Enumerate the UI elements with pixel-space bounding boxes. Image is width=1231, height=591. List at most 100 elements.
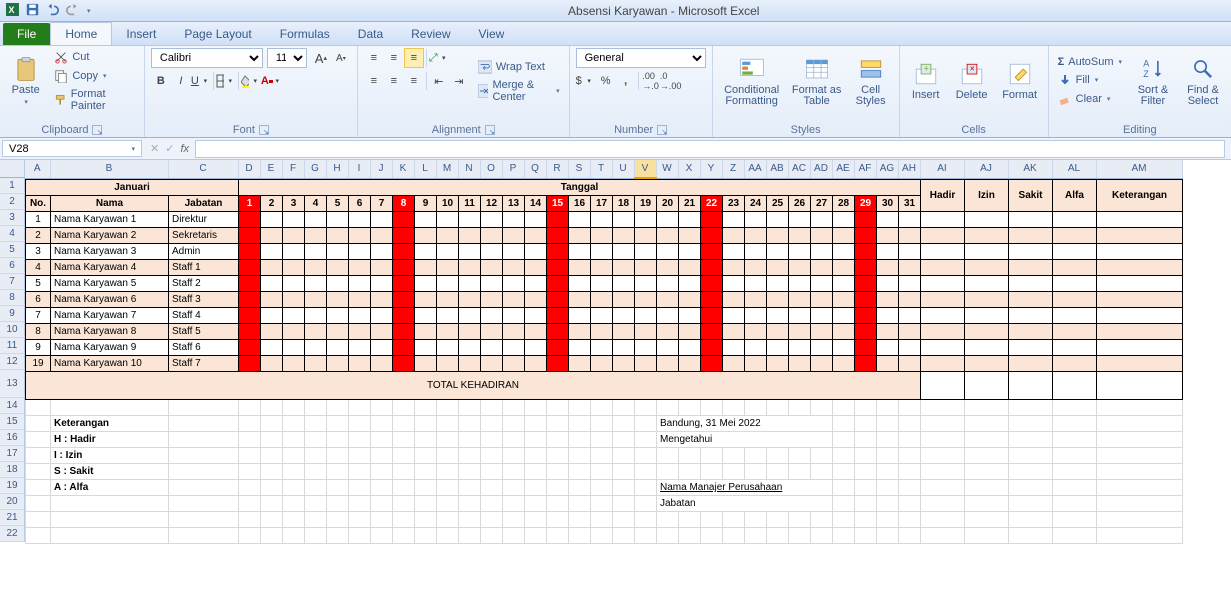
cell[interactable] <box>679 512 701 528</box>
align-bottom-icon[interactable]: ≡ <box>404 48 424 68</box>
cell[interactable]: 9 <box>26 340 51 356</box>
cell[interactable] <box>965 260 1009 276</box>
cell[interactable] <box>393 276 415 292</box>
border-button[interactable]: ▾ <box>216 71 236 91</box>
cell[interactable] <box>833 528 855 544</box>
fx-icon[interactable]: fx <box>180 143 189 155</box>
cell[interactable] <box>481 308 503 324</box>
cell[interactable] <box>833 244 855 260</box>
cell[interactable] <box>745 528 767 544</box>
cell[interactable] <box>239 340 261 356</box>
col-header-K[interactable]: K <box>392 160 414 178</box>
cell[interactable] <box>789 340 811 356</box>
cancel-icon[interactable]: ✕ <box>150 142 159 155</box>
row-header-8[interactable]: 8 <box>0 290 25 306</box>
cell[interactable] <box>437 448 459 464</box>
cell[interactable]: 25 <box>767 196 789 212</box>
cell[interactable] <box>657 448 679 464</box>
col-header-AK[interactable]: AK <box>1008 160 1052 178</box>
cell[interactable] <box>591 260 613 276</box>
cell[interactable] <box>833 356 855 372</box>
cell[interactable] <box>371 340 393 356</box>
cell[interactable]: Staff 4 <box>169 308 239 324</box>
cell[interactable] <box>877 512 899 528</box>
cell[interactable] <box>239 432 261 448</box>
cell[interactable] <box>525 464 547 480</box>
cell[interactable] <box>701 260 723 276</box>
cell[interactable] <box>877 416 899 432</box>
cell[interactable] <box>811 448 833 464</box>
cell[interactable] <box>591 432 613 448</box>
cell[interactable] <box>811 292 833 308</box>
cell[interactable] <box>283 448 305 464</box>
cell[interactable] <box>459 448 481 464</box>
cell[interactable] <box>1009 464 1053 480</box>
col-header-G[interactable]: G <box>304 160 326 178</box>
cell[interactable] <box>261 260 283 276</box>
cell[interactable] <box>525 512 547 528</box>
cell[interactable] <box>169 496 239 512</box>
cell[interactable] <box>591 400 613 416</box>
cell[interactable] <box>503 276 525 292</box>
cell[interactable] <box>371 308 393 324</box>
cell[interactable] <box>899 448 921 464</box>
cell[interactable] <box>899 496 921 512</box>
cell[interactable] <box>261 340 283 356</box>
cell[interactable] <box>569 244 591 260</box>
cell[interactable] <box>613 340 635 356</box>
cell[interactable] <box>701 464 723 480</box>
cell[interactable] <box>855 416 877 432</box>
cell[interactable] <box>261 292 283 308</box>
cell[interactable] <box>657 276 679 292</box>
cell[interactable]: Mengetahui <box>657 432 833 448</box>
cell[interactable] <box>1097 292 1183 308</box>
col-header-H[interactable]: H <box>326 160 348 178</box>
cell[interactable] <box>965 400 1009 416</box>
cell[interactable] <box>899 512 921 528</box>
cell[interactable] <box>767 448 789 464</box>
cell[interactable] <box>635 228 657 244</box>
cell[interactable] <box>965 372 1009 400</box>
col-header-E[interactable]: E <box>260 160 282 178</box>
cell[interactable] <box>305 416 327 432</box>
cell[interactable] <box>965 512 1009 528</box>
cell[interactable] <box>701 212 723 228</box>
cell[interactable] <box>723 276 745 292</box>
cell[interactable]: Nama Manajer Perusahaan <box>657 480 833 496</box>
tab-insert[interactable]: Insert <box>112 23 170 45</box>
cell[interactable] <box>1053 244 1097 260</box>
cell[interactable] <box>305 308 327 324</box>
cell[interactable]: 10 <box>437 196 459 212</box>
cell[interactable] <box>371 228 393 244</box>
cell[interactable] <box>1009 292 1053 308</box>
cell[interactable] <box>635 356 657 372</box>
cell[interactable] <box>261 448 283 464</box>
cell[interactable] <box>415 228 437 244</box>
cell[interactable] <box>459 496 481 512</box>
cell[interactable] <box>679 276 701 292</box>
cell[interactable] <box>657 512 679 528</box>
cell[interactable] <box>349 308 371 324</box>
cell[interactable] <box>767 340 789 356</box>
cell[interactable] <box>921 244 965 260</box>
cell[interactable] <box>635 308 657 324</box>
cell[interactable]: 22 <box>701 196 723 212</box>
cell[interactable] <box>789 308 811 324</box>
cell[interactable]: 15 <box>547 196 569 212</box>
cell[interactable] <box>899 260 921 276</box>
cell[interactable] <box>437 340 459 356</box>
cell[interactable] <box>327 356 349 372</box>
cell[interactable] <box>723 400 745 416</box>
cell[interactable] <box>481 448 503 464</box>
cell[interactable] <box>921 512 965 528</box>
cell[interactable] <box>459 292 481 308</box>
cell[interactable] <box>525 432 547 448</box>
cell[interactable] <box>613 496 635 512</box>
cell[interactable] <box>899 528 921 544</box>
cell[interactable]: 27 <box>811 196 833 212</box>
cell[interactable] <box>459 480 481 496</box>
cell[interactable] <box>569 400 591 416</box>
cell[interactable] <box>613 432 635 448</box>
cell[interactable] <box>371 292 393 308</box>
cell[interactable] <box>789 528 811 544</box>
